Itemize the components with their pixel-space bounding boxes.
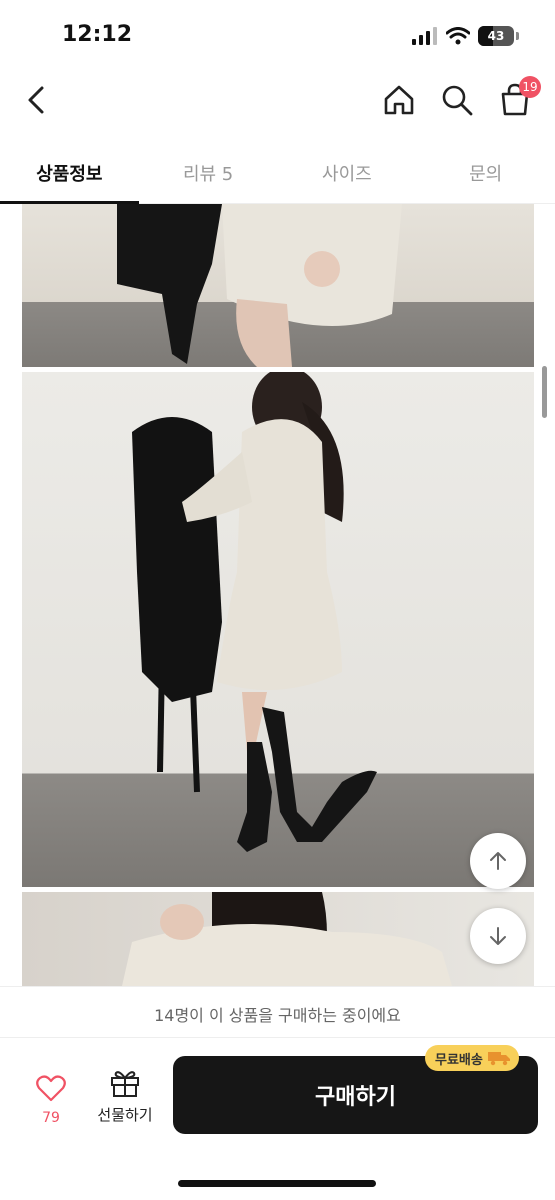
search-button[interactable] [437, 80, 477, 120]
scroll-down-button[interactable] [470, 908, 526, 964]
product-photo [22, 204, 534, 367]
scrollbar[interactable] [542, 366, 547, 418]
scroll-up-button[interactable] [470, 833, 526, 889]
truck-icon [487, 1052, 510, 1066]
gift-button[interactable]: 선물하기 [92, 1068, 158, 1125]
free-shipping-badge: 무료배송 [425, 1045, 519, 1071]
home-indicator [178, 1180, 376, 1187]
like-count: 79 [42, 1110, 60, 1126]
free-shipping-label: 무료배송 [435, 1052, 483, 1068]
status-time: 12:12 [62, 22, 133, 47]
wifi-icon [446, 27, 470, 45]
product-photo [22, 372, 534, 887]
arrow-down-icon [490, 927, 506, 945]
gift-label: 선물하기 [97, 1106, 153, 1124]
home-icon [384, 85, 414, 115]
cart-badge: 19 [519, 76, 541, 98]
chevron-left-icon [28, 86, 44, 114]
purchase-bar: 79 선물하기 구매하기 무료배송 [0, 1038, 555, 1200]
back-button[interactable] [18, 80, 58, 120]
search-icon [442, 85, 473, 116]
battery-level: 43 [487, 29, 505, 43]
app-header: 19 [0, 70, 555, 135]
signal-icon [412, 27, 437, 45]
tab-reviews[interactable]: 리뷰 5 [139, 140, 278, 203]
tab-size[interactable]: 사이즈 [278, 140, 417, 203]
battery-icon: 43 [478, 26, 519, 46]
heart-icon [36, 1075, 66, 1102]
arrow-up-icon [490, 852, 506, 870]
product-photo [22, 892, 534, 986]
purchase-notice: 14명이 이 상품을 구매하는 중이에요 [0, 986, 555, 1038]
cart-button[interactable]: 19 [495, 76, 541, 120]
product-tabs: 상품정보 리뷰 5 사이즈 문의 [0, 140, 555, 204]
tab-inquiry[interactable]: 문의 [416, 140, 555, 203]
product-detail-content[interactable] [0, 204, 555, 986]
home-button[interactable] [379, 80, 419, 120]
status-icons: 43 [412, 26, 519, 46]
gift-icon [111, 1071, 139, 1097]
like-button[interactable]: 79 [30, 1074, 72, 1126]
status-bar: 12:12 43 [0, 0, 555, 70]
tab-product-info[interactable]: 상품정보 [0, 140, 139, 204]
